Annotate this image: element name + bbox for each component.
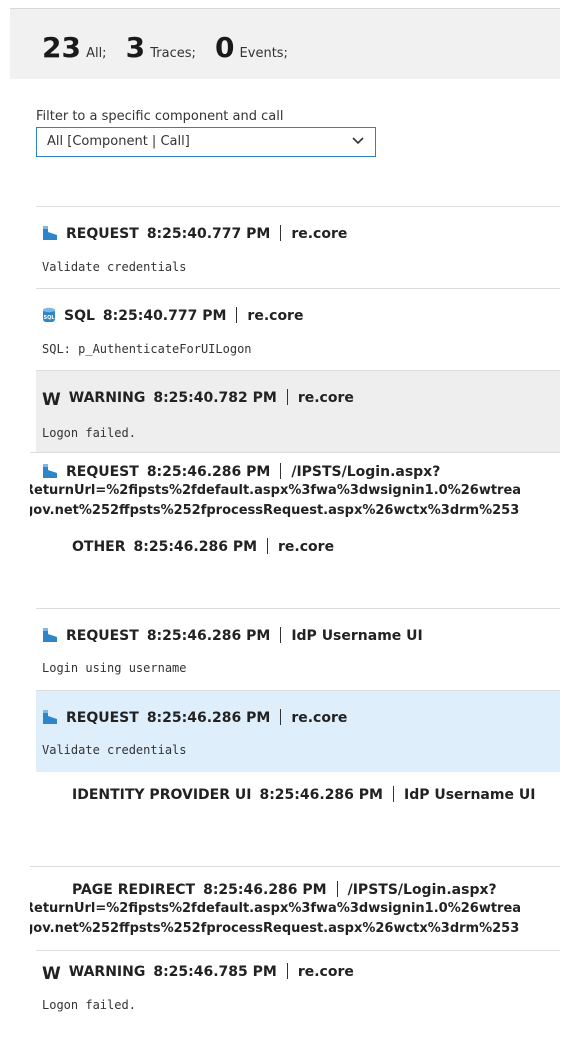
entry-component: IdP Username UI <box>291 628 423 644</box>
chevron-down-icon <box>351 133 365 151</box>
entry-url-line-2: gov.net%252ffpsts%252fprocessRequest.asp… <box>30 921 520 936</box>
entry-kind: IDENTITY PROVIDER UI <box>72 787 252 803</box>
events-count: 0 <box>214 31 235 64</box>
entry-header: PAGE REDIRECT 8:25:46.286 PM/IPSTS/Login.… <box>42 881 497 898</box>
trace-entry[interactable]: SQL SQL 8:25:40.777 PM re.core SQL: p_Auth… <box>36 288 560 370</box>
entry-time: 8:25:40.777 PM <box>102 308 227 324</box>
entry-component: re.core <box>247 308 304 324</box>
entry-header: IDENTITY PROVIDER UI 8:25:46.286 PM IdP Us… <box>42 786 535 803</box>
trace-entry[interactable]: IDENTITY PROVIDER UI 8:25:46.286 PM IdP Us… <box>36 772 560 866</box>
entry-detail: Logon failed. <box>42 426 136 440</box>
entry-component: re.core <box>297 964 354 980</box>
entry-time: 8:25:46.286 PM <box>203 882 327 898</box>
entry-component: re.core <box>278 539 335 555</box>
trace-entry[interactable]: REQUEST 8:25:46.286 PM/IPSTS/Login.aspx? … <box>30 452 560 538</box>
entry-detail: Logon failed. <box>42 998 136 1012</box>
entry-component: /IPSTS/Login.aspx? <box>347 882 497 898</box>
traces-label: Traces; <box>150 46 196 61</box>
entry-header: OTHER 8:25:46.286 PM re.core <box>42 538 334 555</box>
entry-header: REQUEST 8:25:46.286 PM re.core <box>42 709 347 729</box>
entry-time: 8:25:40.782 PM <box>153 390 277 406</box>
trace-entry[interactable]: REQUEST 8:25:40.777 PM re.core Validate cr… <box>36 206 560 288</box>
request-icon <box>42 627 58 647</box>
entry-header: REQUEST 8:25:40.777 PM re.core <box>42 225 347 245</box>
entry-url-line-1: ReturnUrl=%2fipsts%2fdefault.aspx%3fwa%3… <box>30 901 522 916</box>
entry-time: 8:25:46.286 PM <box>133 539 258 555</box>
trace-entry-selected[interactable]: REQUEST 8:25:46.286 PM re.core Validate cr… <box>36 690 560 772</box>
filter-selected-value: All [Component | Call] <box>47 134 190 149</box>
entry-kind: REQUEST <box>66 226 139 242</box>
entry-component: re.core <box>297 390 354 406</box>
entry-kind: WARNING <box>68 964 146 980</box>
summary-bar: 23 All; 3 Traces; 0 Events; <box>10 8 560 79</box>
warning-w-icon: W <box>42 390 61 410</box>
entry-kind: PAGE REDIRECT <box>72 882 196 898</box>
entry-kind: OTHER <box>72 539 126 555</box>
entry-kind: SQL <box>64 308 95 324</box>
filter-label: Filter to a specific component and call <box>36 109 284 124</box>
entry-component: re.core <box>291 710 348 726</box>
trace-entry[interactable]: PAGE REDIRECT 8:25:46.286 PM/IPSTS/Login.… <box>30 866 560 950</box>
entry-detail: Validate credentials <box>42 260 187 274</box>
trace-entry[interactable]: W WARNING 8:25:46.785 PM re.core Logon fail… <box>36 950 560 1040</box>
all-count: 23 <box>42 31 81 64</box>
database-icon: SQL <box>42 307 56 327</box>
entry-component: /IPSTS/Login.aspx? <box>291 464 441 480</box>
trace-entry[interactable]: REQUEST 8:25:46.286 PM IdP Username UI Log… <box>36 608 560 690</box>
warning-w-icon: W <box>42 964 61 984</box>
request-icon <box>42 709 58 729</box>
trace-list: REQUEST 8:25:40.777 PM re.core Validate cr… <box>30 206 560 1040</box>
entry-time: 8:25:46.286 PM <box>146 628 271 644</box>
request-icon <box>42 225 58 245</box>
entry-detail: Login using username <box>42 661 187 675</box>
all-label: All; <box>86 46 107 61</box>
entry-detail: Validate credentials <box>42 743 187 757</box>
entry-time: 8:25:46.286 PM <box>146 464 271 480</box>
entry-header: REQUEST 8:25:46.286 PM IdP Username UI <box>42 627 423 647</box>
entry-kind: REQUEST <box>66 464 139 480</box>
summary-counts: 23 All; 3 Traces; 0 Events; <box>42 31 302 64</box>
svg-text:SQL: SQL <box>43 315 55 321</box>
component-filter-select[interactable]: All [Component | Call] <box>36 127 376 157</box>
entry-kind: REQUEST <box>66 628 139 644</box>
entry-header: REQUEST 8:25:46.286 PM/IPSTS/Login.aspx? <box>42 463 440 483</box>
entry-header: W WARNING 8:25:46.785 PM re.core <box>42 963 354 984</box>
entry-url-line-2: gov.net%252ffpsts%252fprocessRequest.asp… <box>30 503 520 518</box>
entry-header: SQL SQL 8:25:40.777 PM re.core <box>42 307 303 327</box>
entry-time: 8:25:46.785 PM <box>153 964 277 980</box>
entry-time: 8:25:46.286 PM <box>259 787 383 803</box>
entry-time: 8:25:40.777 PM <box>146 226 271 242</box>
request-icon <box>42 463 58 483</box>
entry-detail: SQL: p_AuthenticateForUILogon <box>42 342 252 356</box>
entry-header: W WARNING 8:25:40.782 PM re.core <box>42 389 354 410</box>
entry-component: re.core <box>291 226 348 242</box>
entry-kind: REQUEST <box>66 710 139 726</box>
trace-entry[interactable]: OTHER 8:25:46.286 PM re.core <box>36 538 560 608</box>
trace-entry[interactable]: W WARNING 8:25:40.782 PM re.core Logon fail… <box>36 370 560 452</box>
entry-component: IdP Username UI <box>403 787 536 803</box>
entry-url-line-1: ReturnUrl=%2fipsts%2fdefault.aspx%3fwa%3… <box>30 483 522 498</box>
traces-count: 3 <box>125 31 146 64</box>
entry-kind: WARNING <box>68 390 146 406</box>
entry-time: 8:25:46.286 PM <box>146 710 271 726</box>
events-label: Events; <box>239 46 288 61</box>
